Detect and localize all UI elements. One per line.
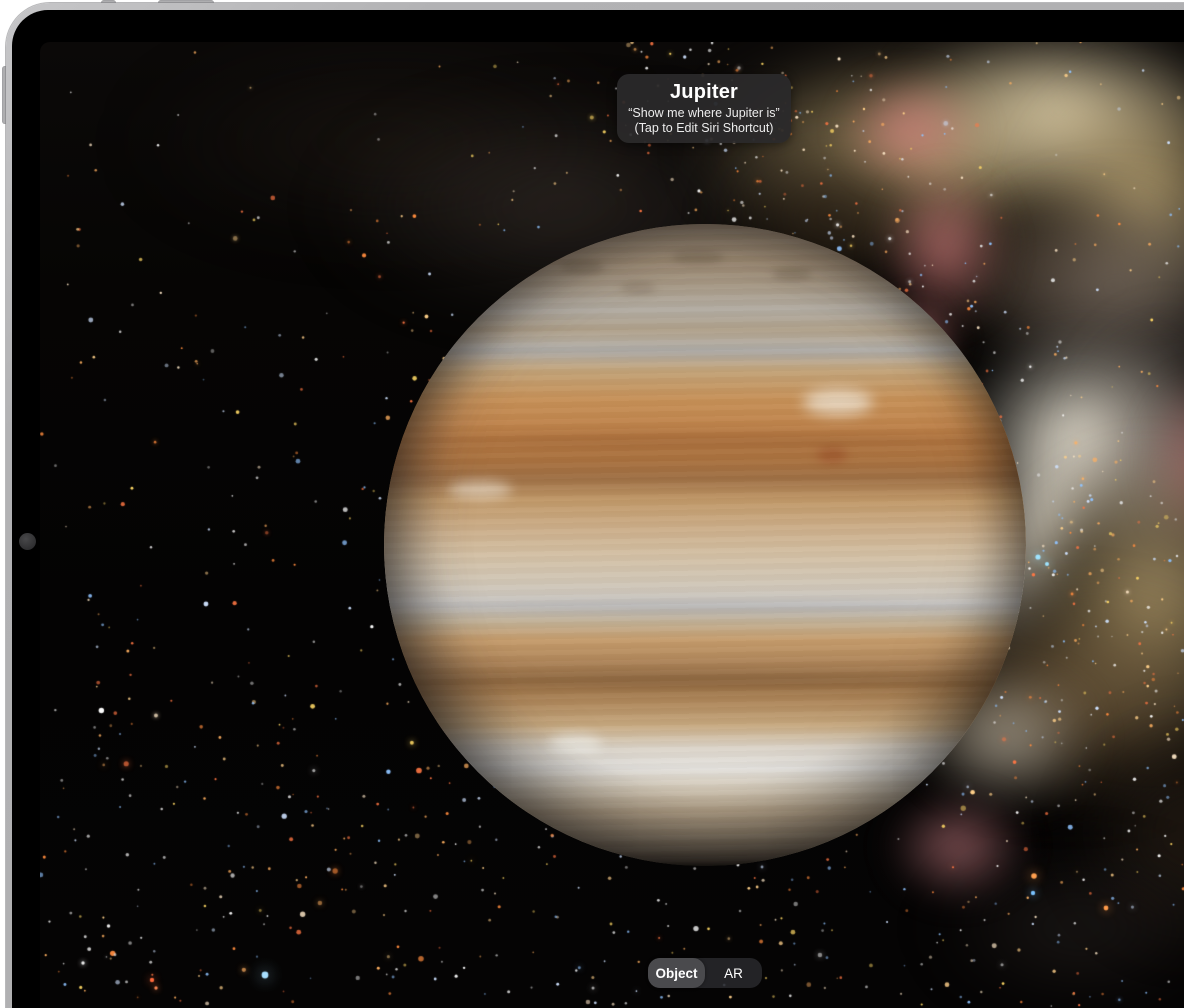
sky-app-viewport[interactable]: Jupiter “Show me where Jupiter is” (Tap … [40, 42, 1184, 1008]
tooltip-title: Jupiter [617, 81, 791, 104]
tooltip-hint: (Tap to Edit Siri Shortcut) [617, 121, 791, 136]
planet-jupiter[interactable] [384, 224, 1026, 866]
jupiter-tooltip[interactable]: Jupiter “Show me where Jupiter is” (Tap … [617, 74, 791, 143]
page-background: Jupiter “Show me where Jupiter is” (Tap … [0, 0, 1184, 1008]
view-mode-switcher: Object AR [648, 958, 762, 988]
object-mode-button[interactable]: Object [648, 958, 705, 988]
planet-limb-shading [384, 224, 1026, 866]
front-camera-icon [19, 533, 36, 550]
tooltip-siri-phrase: “Show me where Jupiter is” [617, 106, 791, 121]
ipad-device-frame: Jupiter “Show me where Jupiter is” (Tap … [6, 3, 1184, 1008]
ipad-screen: Jupiter “Show me where Jupiter is” (Tap … [12, 10, 1184, 1008]
ar-mode-button[interactable]: AR [705, 958, 762, 988]
